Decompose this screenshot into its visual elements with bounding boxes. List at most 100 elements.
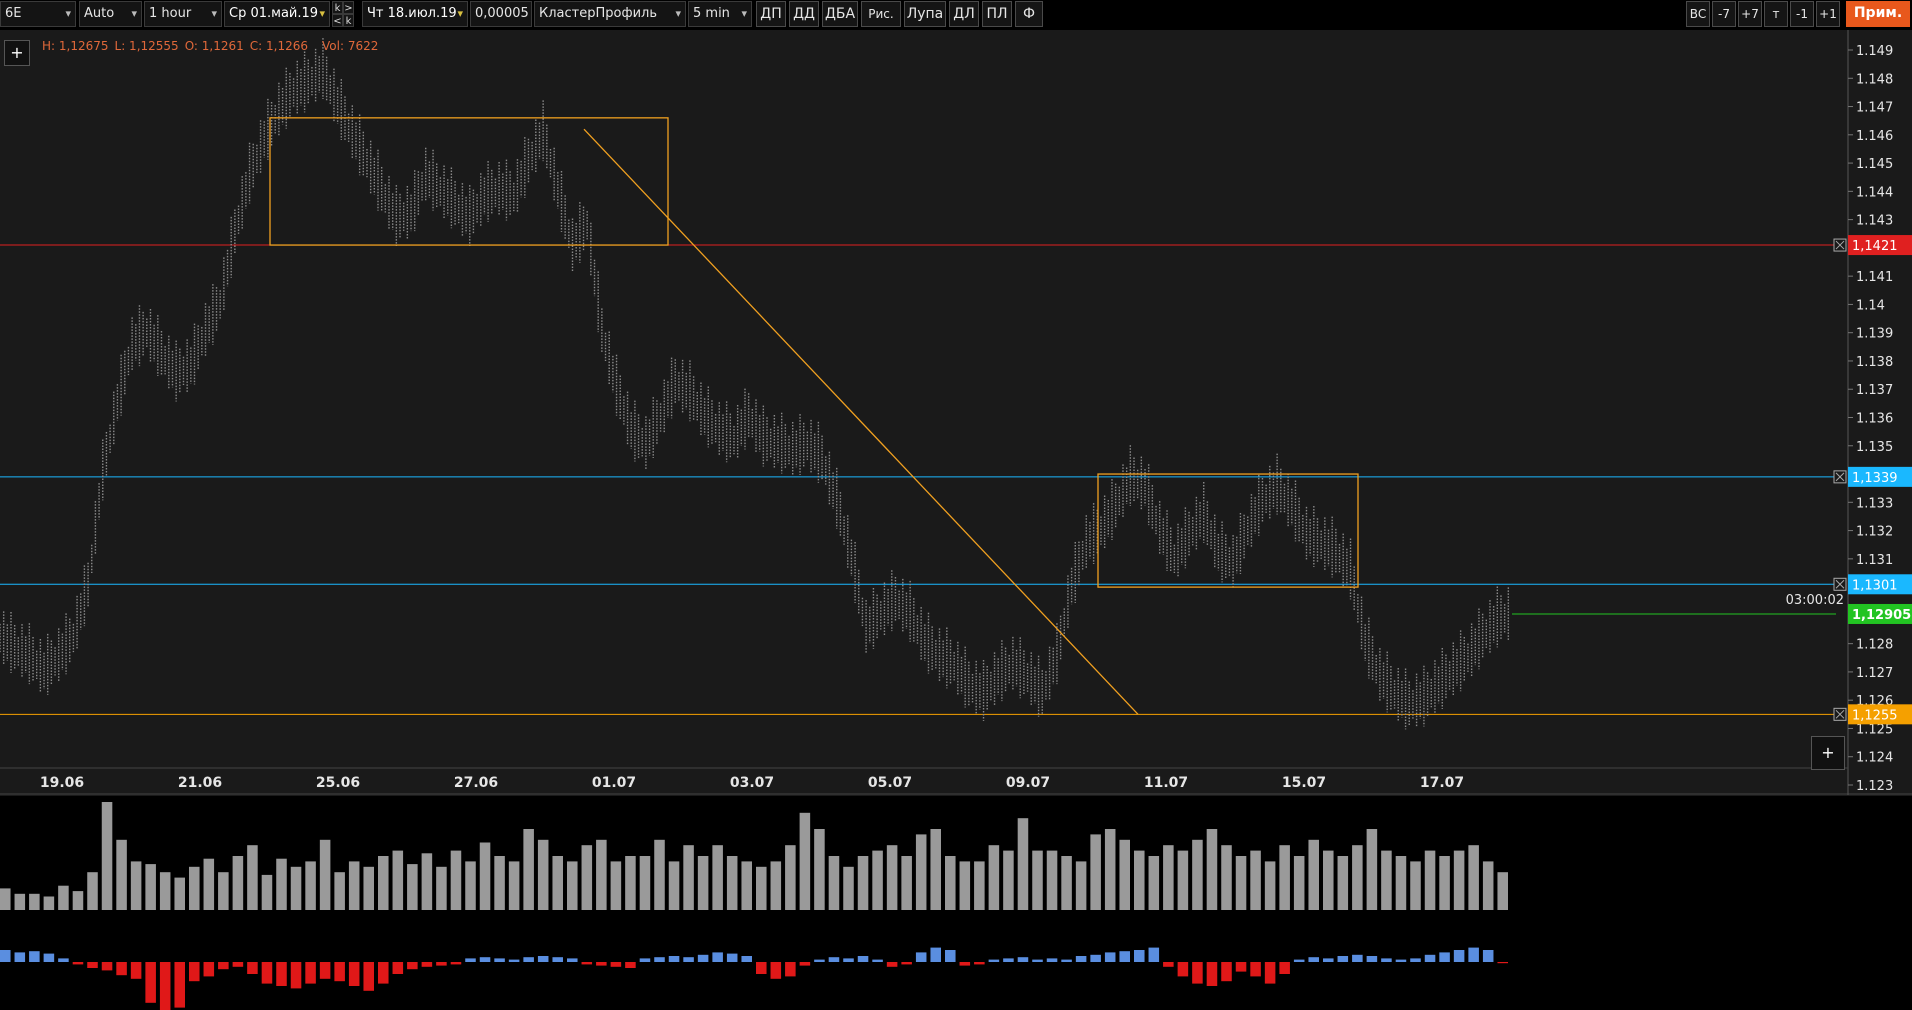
delta-bar-positive	[1003, 958, 1014, 962]
tool-dl-button[interactable]: ДЛ	[949, 1, 979, 27]
minus1-button[interactable]: -1	[1790, 1, 1814, 27]
delta-bar-negative	[1264, 962, 1276, 984]
volume-bar	[1003, 850, 1014, 910]
tool-dba-button[interactable]: ДБА	[822, 1, 858, 27]
price-chart[interactable]: 1.149 1.148 1.147 1.146 1.145 1.144 1.143 1.14 2…	[0, 30, 1912, 1010]
add-panel-button[interactable]: +	[1811, 736, 1845, 770]
volume-bar	[1206, 829, 1218, 910]
delta-bar-positive	[843, 958, 854, 962]
next-arrow-button[interactable]: >	[343, 1, 354, 14]
volume-bar	[654, 839, 665, 910]
delta-bar-positive	[1468, 947, 1479, 962]
cluster-interval-select[interactable]: 5 min	[688, 1, 752, 27]
volume-bar	[726, 856, 738, 910]
delta-bar-negative	[450, 962, 462, 965]
tool-dd-button[interactable]: ДД	[789, 1, 819, 27]
symbol-select[interactable]: 6E	[0, 1, 76, 27]
volume-bar	[639, 856, 651, 910]
tool-pl-button[interactable]: ПЛ	[982, 1, 1012, 27]
delta-bar-positive	[1424, 954, 1436, 962]
volume-bar	[567, 861, 578, 910]
volume-bar	[1395, 856, 1407, 910]
price-tick-label: 1.127	[1856, 666, 1893, 681]
delta-bar-positive	[857, 956, 869, 962]
volume-bar	[508, 861, 520, 910]
delta-bar-negative	[276, 962, 287, 986]
volume-bar	[1366, 829, 1378, 910]
chart-type-select[interactable]: КластерПрофиль	[534, 1, 686, 27]
add-indicator-button[interactable]: +	[4, 40, 30, 66]
delta-bar-negative	[1250, 962, 1261, 977]
k-button-1[interactable]: k	[332, 1, 343, 14]
lower-panels-bg	[0, 796, 1912, 1010]
delta-bar-negative	[436, 962, 447, 966]
volume-bar	[1104, 829, 1116, 910]
delta-bar-negative	[247, 962, 258, 974]
delta-bar-positive	[508, 959, 520, 962]
price-tick-label: 1.148	[1856, 72, 1893, 87]
volume-bar	[101, 802, 113, 910]
bar-timer: 03:00:02	[1786, 593, 1844, 608]
volume-bar	[610, 861, 622, 910]
t-button[interactable]: т	[1764, 1, 1788, 27]
delta-bar-positive	[552, 957, 563, 962]
volume-bar	[1468, 845, 1479, 910]
ohlc-volume: Vol: 7622	[322, 39, 379, 53]
volume-bar	[1352, 845, 1363, 910]
volume-bar	[1235, 856, 1247, 910]
delta-bar-negative	[407, 962, 418, 970]
delta-bar-positive	[1148, 947, 1160, 962]
delta-bar-positive	[872, 959, 883, 962]
volume-bar	[770, 861, 782, 910]
delta-bar-positive	[1075, 956, 1087, 962]
date-from-picker[interactable]: Ср 01.май.19	[224, 1, 330, 27]
volume-bar	[974, 861, 985, 910]
tool-dp-button[interactable]: ДП	[756, 1, 786, 27]
volume-bar	[1119, 839, 1130, 910]
k-button-2[interactable]: k	[343, 14, 354, 27]
volume-bar	[886, 845, 898, 910]
delta-bar-positive	[1308, 957, 1319, 962]
ohlc-open: O: 1,1261	[184, 39, 244, 53]
delta-bar-positive	[479, 957, 491, 962]
delta-bar-negative	[305, 962, 316, 984]
volume-bar	[203, 858, 215, 910]
volume-bar	[741, 861, 752, 910]
date-to-picker[interactable]: Чт 18.июл.19	[362, 1, 468, 27]
delta-bar-negative	[218, 962, 229, 970]
time-tick-label: 19.06	[40, 775, 84, 791]
volume-bar	[392, 850, 404, 910]
delta-bar-negative	[886, 962, 898, 967]
delta-bar-negative	[901, 962, 912, 965]
price-tick-label: 1.137	[1856, 383, 1893, 398]
volume-bar	[130, 861, 142, 910]
tool-f-button[interactable]: Ф	[1015, 1, 1043, 27]
delta-bar-negative	[87, 962, 98, 968]
vs-button[interactable]: ВС	[1686, 1, 1710, 27]
price-tick-label: 1.135	[1856, 440, 1893, 455]
price-tick-label: 1.125	[1856, 722, 1893, 737]
plus7-button[interactable]: +7	[1738, 1, 1762, 27]
volume-bar	[857, 856, 869, 910]
delta-bar-positive	[726, 953, 738, 962]
apply-button[interactable]: Прим.	[1846, 1, 1910, 27]
k-navigation: k > < k	[332, 1, 354, 28]
plus1-button[interactable]: +1	[1816, 1, 1840, 27]
scale-mode-select[interactable]: Auto	[79, 1, 142, 27]
minus7-button[interactable]: -7	[1712, 1, 1736, 27]
volume-bar	[1148, 856, 1160, 910]
delta-bar-negative	[319, 962, 331, 979]
volume-bar	[145, 864, 156, 910]
indicator-panels-background	[0, 793, 1912, 1010]
tick-size-input[interactable]: 0,00005	[470, 1, 532, 27]
delta-bar-negative	[770, 962, 782, 979]
timeframe-select[interactable]: 1 hour	[144, 1, 222, 27]
toolbar: 6E Auto 1 hour Ср 01.май.19 k > < k Чт 1…	[0, 0, 1912, 30]
volume-bar	[915, 834, 927, 910]
volume-bar	[1264, 861, 1276, 910]
prev-arrow-button[interactable]: <	[332, 14, 343, 27]
delta-bar-positive	[1293, 959, 1305, 962]
tool-magnifier-button[interactable]: Лупа	[904, 1, 946, 27]
tool-draw-button[interactable]: Рис.	[861, 1, 901, 27]
delta-bar-positive	[1017, 957, 1029, 962]
